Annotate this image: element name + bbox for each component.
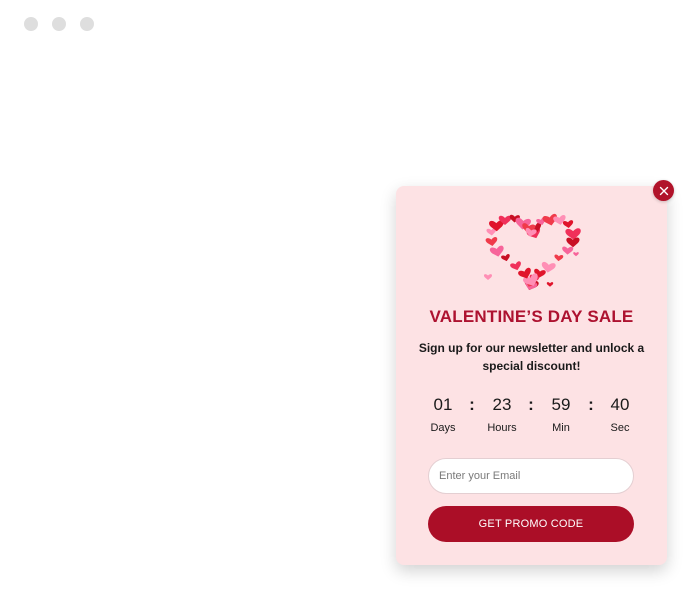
countdown-separator: : — [588, 395, 594, 414]
window-dot-maximize[interactable] — [80, 17, 94, 31]
countdown-minutes-value: 59 — [551, 395, 571, 414]
window-controls — [24, 17, 94, 31]
window-dot-minimize[interactable] — [52, 17, 66, 31]
countdown-hours: 23 Hours — [480, 394, 524, 434]
countdown-seconds-value: 40 — [610, 395, 630, 414]
countdown-days-label: Days — [430, 422, 456, 434]
close-popup-button[interactable] — [653, 180, 674, 201]
countdown-separator: : — [528, 395, 534, 414]
countdown-minutes: 59 Min — [539, 394, 583, 434]
close-icon — [659, 186, 668, 195]
countdown-hours-label: Hours — [487, 422, 517, 434]
newsletter-popup: VALENTINE’S DAY SALE Sign up for our new… — [396, 186, 667, 565]
heart-of-hearts-icon — [483, 213, 581, 291]
countdown-minutes-label: Min — [552, 422, 570, 434]
countdown-seconds: 40 Sec — [598, 394, 642, 434]
countdown-hours-value: 23 — [492, 395, 512, 414]
get-promo-code-button[interactable]: GET PROMO CODE — [428, 506, 634, 542]
popup-title: VALENTINE’S DAY SALE — [429, 307, 634, 326]
countdown-separator: : — [469, 395, 475, 414]
countdown-days: 01 Days — [421, 394, 465, 434]
popup-subtitle: Sign up for our newsletter and unlock a … — [418, 341, 645, 373]
countdown-days-value: 01 — [433, 395, 453, 414]
email-input[interactable] — [428, 458, 634, 494]
window-dot-close[interactable] — [24, 17, 38, 31]
countdown-seconds-label: Sec — [610, 422, 630, 434]
